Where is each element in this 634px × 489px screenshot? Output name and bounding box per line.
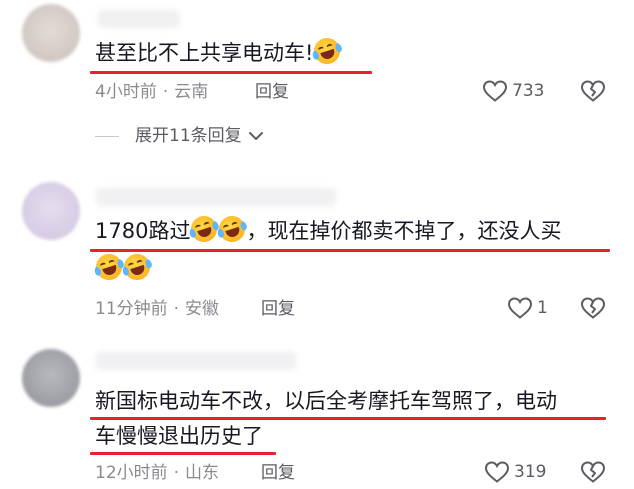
broken-heart-icon: [580, 297, 606, 319]
dislike-button[interactable]: [580, 296, 606, 324]
timestamp: 12小时前: [95, 463, 168, 483]
avatar[interactable]: [22, 349, 80, 407]
laughing-crying-emoji: [92, 250, 126, 284]
like-count: 733: [512, 81, 545, 101]
avatar[interactable]: [22, 4, 80, 62]
username-blurred[interactable]: [96, 352, 296, 370]
reply-button[interactable]: 回复: [255, 81, 289, 103]
comment-text: 甚至比不上共享电动车!: [95, 34, 344, 68]
reply-button[interactable]: 回复: [261, 462, 295, 484]
broken-heart-icon: [580, 461, 606, 483]
avatar[interactable]: [22, 182, 80, 240]
heart-icon: [507, 297, 533, 319]
dislike-button[interactable]: [580, 79, 606, 107]
divider-line: [95, 135, 119, 137]
comment-text-line-2: [92, 250, 154, 284]
laughing-crying-emoji: [188, 212, 221, 246]
like-button[interactable]: 1: [507, 296, 548, 320]
separator-dot: ·: [173, 299, 180, 319]
highlight-underline: [90, 249, 610, 252]
reply-button[interactable]: 回复: [261, 298, 295, 320]
expand-replies-label: 展开11条回复: [135, 126, 242, 146]
chevron-down-icon: [248, 132, 263, 140]
highlight-underline: [90, 452, 276, 455]
comment-text-line-2: 车慢慢退出历史了: [95, 424, 263, 448]
location: 云南: [174, 82, 209, 102]
laughing-crying-emoji: [311, 34, 344, 68]
comment-meta: 12小时前 · 山东: [95, 462, 219, 484]
comment-meta: 4小时前 · 云南: [95, 81, 208, 103]
separator-dot: ·: [162, 82, 169, 102]
comment-text: 新国标电动车不改，以后全考摩托车驾照了，电动: [95, 389, 557, 413]
like-count: 319: [514, 462, 547, 482]
location: 安徽: [185, 299, 220, 319]
laughing-crying-emoji: [216, 212, 249, 246]
like-count: 1: [537, 298, 548, 318]
laughing-crying-emoji: [120, 250, 154, 284]
timestamp: 11分钟前: [95, 299, 168, 319]
expand-replies-button[interactable]: 展开11条回复: [95, 125, 264, 147]
heart-icon: [484, 461, 510, 483]
username-blurred[interactable]: [98, 10, 180, 28]
separator-dot: ·: [173, 463, 180, 483]
timestamp: 4小时前: [95, 82, 157, 102]
highlight-underline: [90, 71, 372, 74]
comment-text: 1780路过 ，现在掉价都卖不掉了，还没人买: [95, 212, 561, 246]
broken-heart-icon: [580, 80, 606, 102]
username-blurred[interactable]: [96, 188, 336, 206]
comment-meta: 11分钟前 · 安徽: [95, 298, 219, 320]
highlight-underline: [90, 417, 606, 420]
dislike-button[interactable]: [580, 460, 606, 488]
like-button[interactable]: 733: [482, 79, 544, 103]
heart-icon: [482, 80, 508, 102]
location: 山东: [185, 463, 220, 483]
like-button[interactable]: 319: [484, 460, 546, 484]
